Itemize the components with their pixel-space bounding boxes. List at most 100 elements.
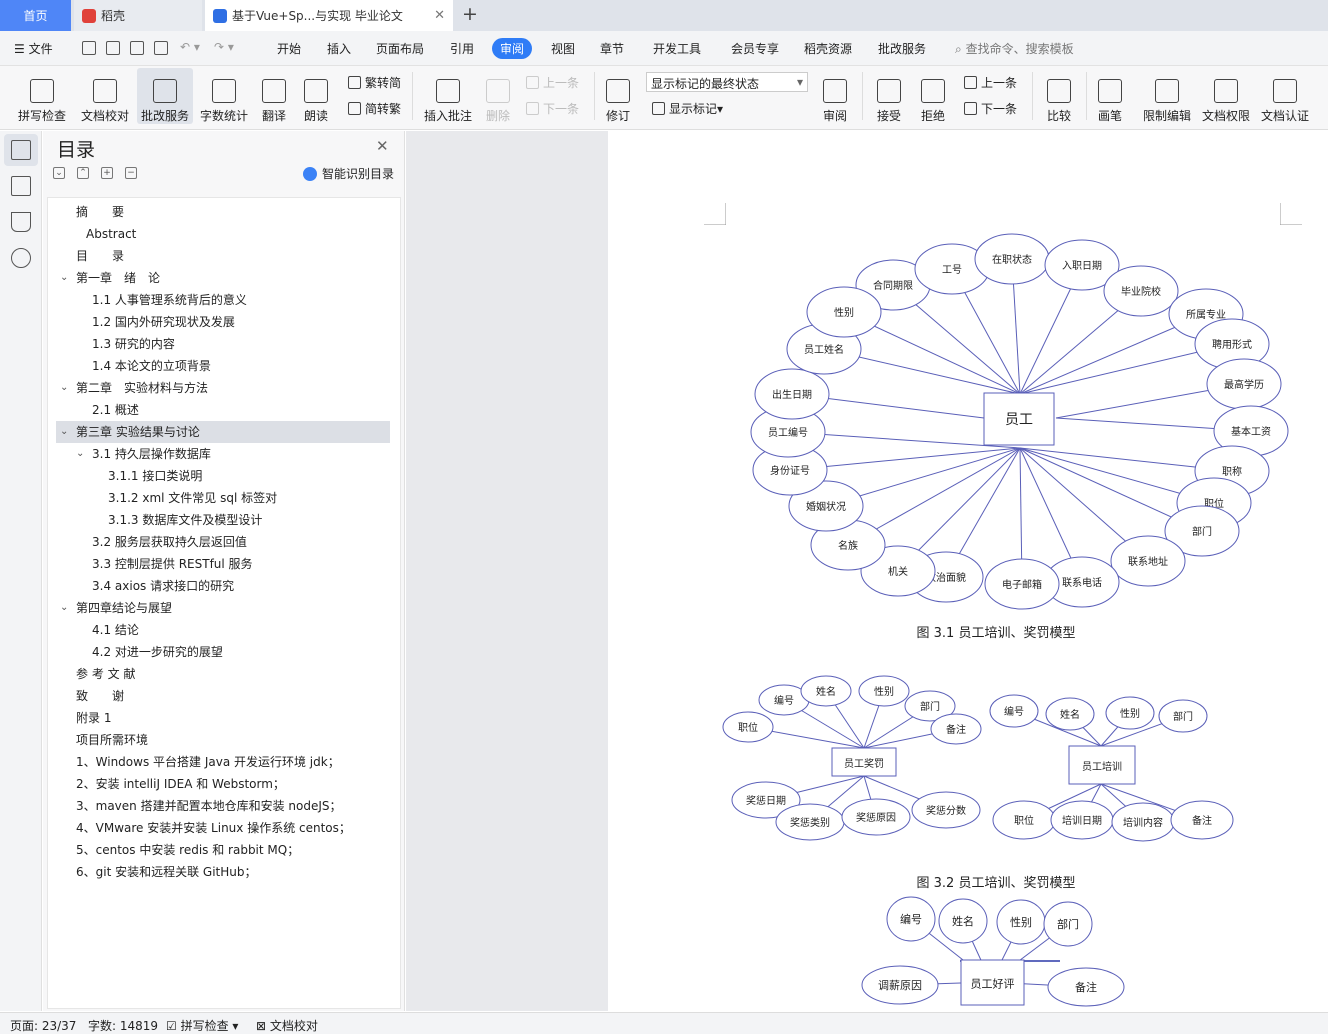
delete-comment-button[interactable]: 删除 (480, 68, 516, 124)
accept-button[interactable]: 接受 (870, 68, 908, 124)
toc-item[interactable]: Abstract (86, 223, 136, 245)
toc-item[interactable]: 4.2 对进一步研究的展望 (92, 641, 223, 663)
chevron-down-icon[interactable]: ⌄ (60, 421, 68, 443)
read-aloud-button[interactable]: 朗读 (300, 68, 332, 124)
menu-item-review[interactable]: 审阅 (492, 38, 533, 59)
bookmark-icon[interactable] (11, 212, 31, 232)
show-markup-button[interactable]: 显示标记 ▾ (652, 100, 723, 117)
toc-item[interactable]: 目 录 (76, 245, 124, 267)
export-icon[interactable] (106, 41, 120, 55)
toc-item[interactable]: ⌄ 3.1 持久层操作数据库 (76, 443, 211, 465)
reject-button[interactable]: 拒绝 (914, 68, 952, 124)
toc-item[interactable]: 1.2 国内外研究现状及发展 (92, 311, 235, 333)
prev-comment-button[interactable]: 上一条 (526, 74, 579, 91)
minus-icon[interactable]: − (125, 167, 137, 179)
chevron-down-icon[interactable]: ⌄ (76, 443, 84, 465)
toc-item[interactable]: 2、安装 intelliJ IDEA 和 Webstorm； (76, 773, 285, 795)
toc-item[interactable]: 4.1 结论 (92, 619, 139, 641)
new-tab-button[interactable]: + (462, 3, 478, 25)
chevron-down-icon[interactable]: ⌄ (60, 597, 68, 619)
menu-item-start[interactable]: 开始 (277, 40, 301, 57)
track-changes-button[interactable]: 修订 (600, 68, 636, 124)
preview-icon[interactable] (154, 41, 168, 55)
chevron-down-icon[interactable]: ⌄ (60, 377, 68, 399)
doc-permission-button[interactable]: 文档权限 (1200, 68, 1252, 124)
toc-item[interactable]: 4、VMware 安装并安装 Linux 操作系统 centos； (76, 817, 351, 839)
menu-item-layout[interactable]: 页面布局 (376, 40, 424, 57)
toc-icon[interactable] (11, 140, 31, 160)
toc-item[interactable]: 致 谢 (76, 685, 124, 707)
toc-item[interactable]: 3.4 axios 请求接口的研究 (92, 575, 234, 597)
review-service-button[interactable]: 批改服务 (137, 68, 193, 124)
menu-item-member[interactable]: 会员专享 (731, 40, 779, 57)
expand-up-icon[interactable]: ⌃ (77, 167, 89, 179)
toc-item[interactable]: ⌄ 第二章 实验材料与方法 (60, 377, 208, 399)
toc-item[interactable]: ⌄ 第一章 绪 论 (60, 267, 160, 289)
navigation-icon[interactable] (11, 176, 31, 196)
next-change-button[interactable]: 下一条 (964, 100, 1017, 117)
save-icon[interactable] (82, 41, 96, 55)
toc-item[interactable]: 3、maven 搭建并配置本地仓库和安装 nodeJS； (76, 795, 342, 817)
undo-icon[interactable]: ↶ ▾ (180, 40, 200, 54)
toc-item[interactable]: 3.1.3 数据库文件及模型设计 (108, 509, 262, 531)
file-menu[interactable]: ☰ 文件 (14, 40, 53, 57)
to-traditional-button[interactable]: 简转繁 (348, 100, 401, 117)
word-count-button[interactable]: 字数统计 (198, 68, 250, 124)
search-icon[interactable] (11, 248, 31, 268)
doc-certify-button[interactable]: 文档认证 (1258, 68, 1312, 124)
toc-item[interactable]: 项目所需环境 (76, 729, 148, 751)
toc-item[interactable]: 1、Windows 平台搭建 Java 开发运行环境 jdk； (76, 751, 340, 773)
toc-item[interactable]: 摘 要 (76, 201, 124, 223)
page-indicator[interactable]: 页面: 23/37 (10, 1017, 76, 1034)
status-proofread[interactable]: ⊠ 文档校对 (256, 1017, 318, 1034)
markup-state-select[interactable]: 显示标记的最终状态 (646, 72, 808, 92)
toc-item[interactable]: 附录 1 (76, 707, 111, 729)
restrict-edit-button[interactable]: 限制编辑 (1140, 68, 1194, 124)
next-comment-button[interactable]: 下一条 (526, 100, 579, 117)
tab-document[interactable]: 基于Vue+Sp...与实现 毕业论文 ✕ (205, 0, 453, 31)
redo-icon[interactable]: ↷ ▾ (214, 40, 234, 54)
toc-item[interactable]: ⌄ 第三章 实验结果与讨论 (60, 421, 200, 443)
menu-item-correction[interactable]: 批改服务 (878, 40, 926, 57)
menu-item-reference[interactable]: 引用 (450, 40, 474, 57)
menu-item-view[interactable]: 视图 (551, 40, 575, 57)
toc-item[interactable]: 3.1.1 接口类说明 (108, 465, 202, 487)
translate-button[interactable]: 翻译 (256, 68, 292, 124)
menu-item-insert[interactable]: 插入 (327, 40, 351, 57)
to-simplified-button[interactable]: 繁转简 (348, 74, 401, 91)
chevron-down-icon[interactable]: ⌄ (60, 267, 68, 289)
tab-daoke[interactable]: 稻壳 (74, 0, 202, 31)
menu-item-daoke[interactable]: 稻壳资源 (804, 40, 852, 57)
toc-item[interactable]: 1.3 研究的内容 (92, 333, 175, 355)
toc-item[interactable]: 2.1 概述 (92, 399, 139, 421)
toc-item[interactable]: 1.1 人事管理系统背后的意义 (92, 289, 247, 311)
pen-button[interactable]: 画笔 (1094, 68, 1126, 124)
word-count[interactable]: 字数: 14819 (88, 1017, 158, 1034)
prev-change-button[interactable]: 上一条 (964, 74, 1017, 91)
command-search[interactable]: ⌕ 查找命令、搜索模板 (955, 40, 1074, 57)
review-pane-button[interactable]: 审阅 (816, 68, 854, 124)
plus-icon[interactable]: + (101, 167, 113, 179)
toc-item[interactable]: 5、centos 中安装 redis 和 rabbit MQ； (76, 839, 299, 861)
collapse-all-icon[interactable]: ⌄ (53, 167, 65, 179)
toc-item[interactable]: 参 考 文 献 (76, 663, 135, 685)
insert-comment-button[interactable]: 插入批注 (422, 68, 474, 124)
toc-item[interactable]: 3.1.2 xml 文件常见 sql 标签对 (108, 487, 277, 509)
toc-item[interactable]: 3.2 服务层获取持久层返回值 (92, 531, 247, 553)
tab-home[interactable]: 首页 (0, 0, 71, 31)
print-icon[interactable] (130, 41, 144, 55)
status-spell-check[interactable]: ☑ 拼写检查 ▾ (166, 1017, 238, 1034)
toc-item[interactable]: 6、git 安装和远程关联 GitHub； (76, 861, 257, 883)
spell-check-button[interactable]: 拼写检查 (12, 68, 72, 124)
proofread-button[interactable]: 文档校对 (78, 68, 132, 124)
menu-item-section[interactable]: 章节 (600, 40, 624, 57)
toc-item[interactable]: 3.3 控制层提供 RESTful 服务 (92, 553, 253, 575)
menu-item-devtools[interactable]: 开发工具 (653, 40, 701, 57)
compare-button[interactable]: 比较 (1040, 68, 1078, 124)
proofread-icon (93, 79, 117, 103)
toc-item[interactable]: ⌄ 第四章结论与展望 (60, 597, 172, 619)
smart-toc-button[interactable]: 智能识别目录 (303, 165, 394, 182)
toc-item[interactable]: 1.4 本论文的立项背景 (92, 355, 211, 377)
close-icon[interactable]: ✕ (376, 137, 389, 155)
close-icon[interactable]: ✕ (434, 8, 445, 23)
